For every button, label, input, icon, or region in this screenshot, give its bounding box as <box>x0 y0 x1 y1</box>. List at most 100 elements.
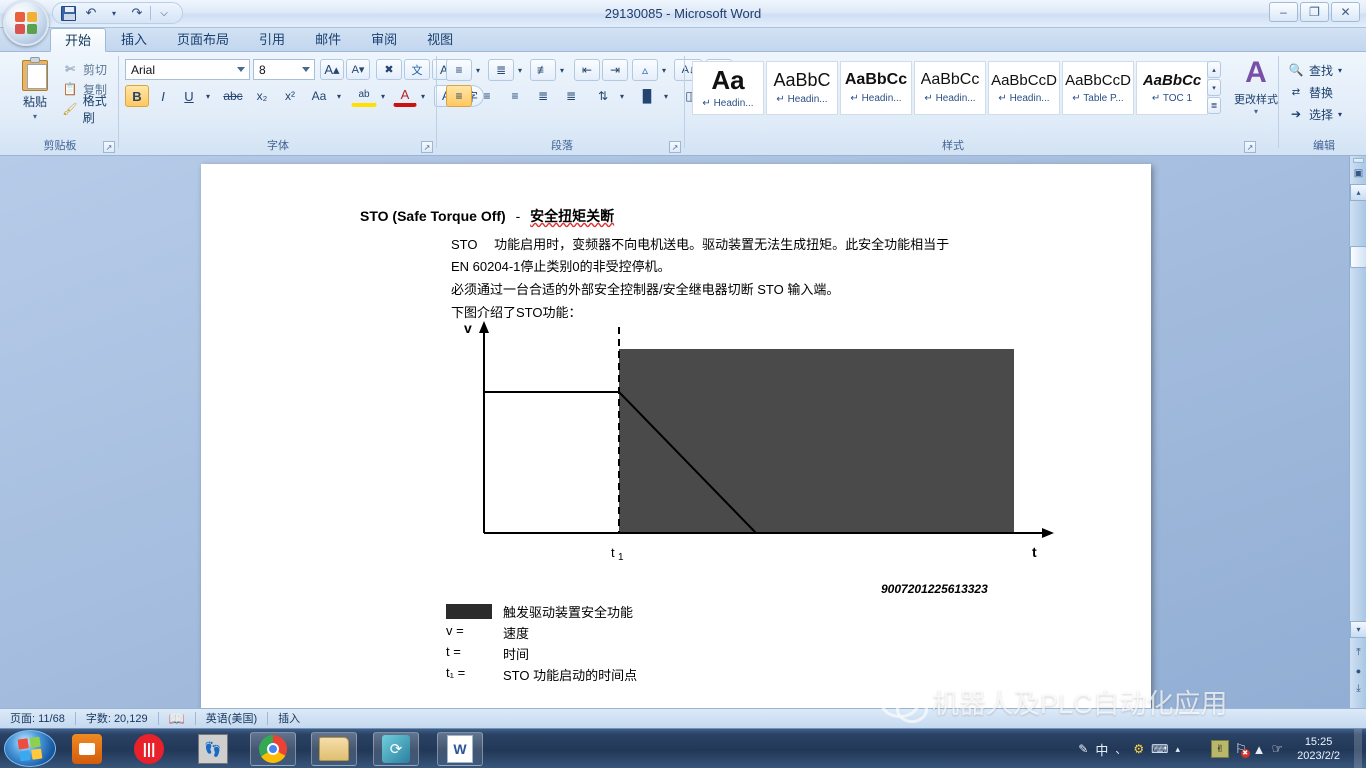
find-button[interactable]: 🔍 查找 ▾ <box>1288 59 1342 81</box>
multilevel-list-button[interactable]: ≢ <box>530 59 556 81</box>
italic-button[interactable]: I <box>151 85 175 107</box>
paste-dropdown-icon[interactable]: ▾ <box>33 112 37 121</box>
previous-object-button[interactable]: ⤒ <box>1350 644 1366 661</box>
style-item[interactable]: AaBbCcD ↵ Table P... <box>1062 61 1134 115</box>
close-button[interactable]: ✕ <box>1331 2 1360 22</box>
format-painter-button[interactable]: 🖌 格式刷 <box>62 99 118 119</box>
change-styles-button[interactable]: A 更改样式 ▾ <box>1228 57 1284 116</box>
tab-page-layout[interactable]: 页面布局 <box>162 28 244 52</box>
tab-mailings[interactable]: 邮件 <box>300 28 356 52</box>
shading-dropdown[interactable]: ▾ <box>660 85 672 107</box>
redo-button[interactable]: ↷ <box>127 4 147 22</box>
tab-view[interactable]: 视图 <box>412 28 468 52</box>
office-button[interactable] <box>3 0 49 46</box>
cut-button[interactable]: ✄ 剪切 <box>62 59 118 79</box>
chevron-down-icon[interactable] <box>237 67 245 72</box>
line-spacing-dropdown[interactable]: ▾ <box>616 85 628 107</box>
insert-mode-indicator[interactable]: 插入 <box>268 709 310 729</box>
multilevel-dropdown[interactable]: ▾ <box>556 59 568 81</box>
chevron-down-icon[interactable]: ▾ <box>1338 110 1342 119</box>
word-count[interactable]: 字数: 20,129 <box>76 709 158 729</box>
tab-review[interactable]: 审阅 <box>356 28 412 52</box>
vertical-scrollbar[interactable]: ▣ ▴ ▾ ⤒ ● ⤓ <box>1349 156 1366 708</box>
ime-punctuation-icon[interactable]: 、 <box>1115 741 1126 757</box>
taskbar-item-chrome[interactable] <box>250 732 296 766</box>
style-item[interactable]: AaBbCcD ↵ Headin... <box>988 61 1060 115</box>
restore-button[interactable]: ❐ <box>1300 2 1329 22</box>
increase-indent-button[interactable]: ⇥ <box>602 59 628 81</box>
select-object-button[interactable]: ● <box>1350 662 1366 679</box>
highlight-dropdown[interactable]: ▾ <box>377 85 389 107</box>
subscript-button[interactable]: x₂ <box>249 85 275 107</box>
scroll-down-button[interactable]: ▾ <box>1350 621 1366 638</box>
tray-expand-icon[interactable]: ▴ <box>1175 744 1180 755</box>
show-desktop-button[interactable] <box>1354 729 1362 768</box>
ime-tools-icon[interactable]: ⚙ <box>1133 742 1144 756</box>
change-case-dropdown[interactable]: ▾ <box>333 85 345 107</box>
style-item[interactable]: AaBbCc ↵ Headin... <box>840 61 912 115</box>
chevron-down-icon[interactable]: ▾ <box>1254 107 1258 116</box>
volume-icon[interactable]: ▲ <box>1253 742 1266 757</box>
taskbar-item-footprints-app[interactable]: 👣 <box>190 732 236 766</box>
undo-dropdown-icon[interactable]: ▾ <box>104 4 124 22</box>
align-right-button[interactable]: ≡ <box>502 85 528 107</box>
clipboard-dialog-launcher[interactable]: ↗ <box>103 141 115 153</box>
save-button[interactable] <box>58 4 78 22</box>
clear-formatting-button[interactable]: ✖ <box>376 59 402 80</box>
page-indicator[interactable]: 页面: 11/68 <box>0 709 75 729</box>
browse-object-icon[interactable]: ▣ <box>1350 165 1366 182</box>
style-item[interactable]: Aa ↵ Headin... <box>692 61 764 115</box>
asian-layout-dropdown[interactable]: ▾ <box>658 59 670 81</box>
font-size-input[interactable]: 8 <box>253 59 315 80</box>
underline-button[interactable]: U <box>177 85 201 107</box>
style-item[interactable]: AaBbC ↵ Headin... <box>766 61 838 115</box>
scroll-up-button[interactable]: ▴ <box>1350 184 1366 201</box>
numbering-dropdown[interactable]: ▾ <box>514 59 526 81</box>
paint-tray-icon[interactable]: ✌ <box>1211 740 1229 758</box>
proofing-status-button[interactable]: 📖 <box>159 709 195 729</box>
text-highlight-button[interactable]: ab <box>351 85 377 107</box>
action-center-icon[interactable]: ☞ <box>1272 741 1284 757</box>
chevron-down-icon[interactable]: ▾ <box>1338 66 1342 75</box>
shading-button[interactable]: █ <box>634 85 660 107</box>
font-dialog-launcher[interactable]: ↗ <box>421 141 433 153</box>
taskbar-item-red-app[interactable]: ||| <box>126 732 172 766</box>
taskbar-item-file-explorer[interactable] <box>311 732 357 766</box>
taskbar-item-teal-app[interactable]: ⟳ <box>373 732 419 766</box>
document-canvas[interactable]: STO (Safe Torque Off) - 安全扭矩关断 STO 功能启用时… <box>0 156 1350 708</box>
network-disconnected-icon[interactable]: ⚐✖ <box>1235 741 1247 757</box>
chevron-down-icon[interactable] <box>302 67 310 72</box>
line-spacing-button[interactable]: ⇅ <box>590 85 616 107</box>
ime-keyboard-icon[interactable]: ⌨ <box>1151 742 1168 756</box>
split-window-handle[interactable] <box>1353 158 1364 163</box>
ime-toolbar[interactable]: ✎ 中 、 ⚙ ⌨ ▴ <box>1078 729 1180 768</box>
justify-button[interactable]: ≣ <box>530 85 556 107</box>
undo-button[interactable]: ↶ <box>81 4 101 22</box>
ime-mode-label[interactable]: 中 <box>1095 740 1108 759</box>
styles-more-button[interactable]: ≣ <box>1207 97 1221 114</box>
font-color-dropdown[interactable]: ▾ <box>417 85 429 107</box>
style-item[interactable]: AaBbCc ↵ TOC 1 <box>1136 61 1208 115</box>
font-color-button[interactable]: A <box>393 85 417 107</box>
align-center-button[interactable]: ≡ <box>474 85 500 107</box>
select-button[interactable]: ➔ 选择 ▾ <box>1288 103 1342 125</box>
customize-qat-icon[interactable]: ⌵ <box>154 4 174 22</box>
distribute-button[interactable]: ≣ <box>558 85 584 107</box>
strikethrough-button[interactable]: abc <box>219 85 247 107</box>
document-page[interactable]: STO (Safe Torque Off) - 安全扭矩关断 STO 功能启用时… <box>201 164 1151 708</box>
style-item[interactable]: AaBbCc ↵ Headin... <box>914 61 986 115</box>
styles-scroll-down-button[interactable]: ▾ <box>1207 79 1221 96</box>
font-name-input[interactable]: Arial <box>125 59 250 80</box>
ime-pen-icon[interactable]: ✎ <box>1078 742 1088 756</box>
align-left-button[interactable]: ≡ <box>446 85 472 107</box>
tab-insert[interactable]: 插入 <box>106 28 162 52</box>
bullets-button[interactable]: ≡ <box>446 59 472 81</box>
next-object-button[interactable]: ⤓ <box>1350 680 1366 697</box>
tab-home[interactable]: 开始 <box>50 28 106 52</box>
superscript-button[interactable]: x² <box>277 85 303 107</box>
quick-access-toolbar[interactable]: ↶ ▾ ↷ ⌵ <box>52 2 183 24</box>
clock[interactable]: 15:25 2023/2/2 <box>1289 735 1348 763</box>
underline-dropdown[interactable]: ▾ <box>201 85 215 107</box>
start-button[interactable] <box>4 730 56 767</box>
decrease-indent-button[interactable]: ⇤ <box>574 59 600 81</box>
